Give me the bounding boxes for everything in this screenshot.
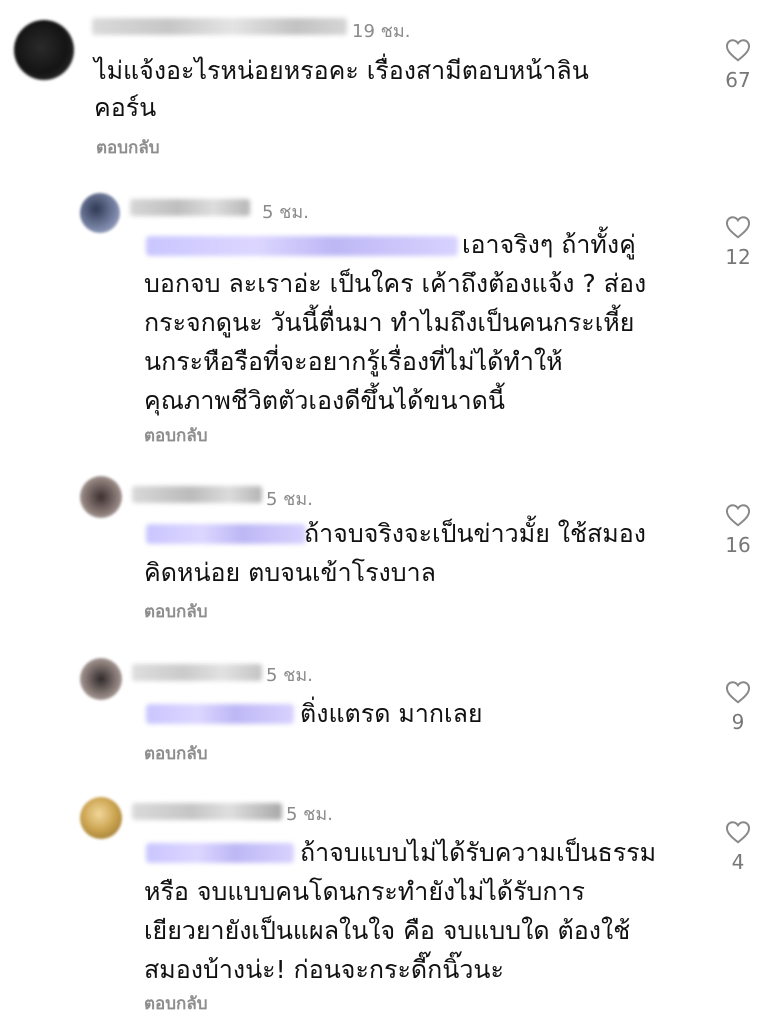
comment-text-line: ไม่แจ้งอะไรหน่อยหรอคะ เรื่องสามีตอบหน้าล…: [94, 56, 589, 85]
mention-blurred[interactable]: [146, 843, 294, 863]
reply-button[interactable]: ตอบกลับ: [144, 740, 208, 767]
comment-text-line: บอกจบ ละเราอ่ะ เป็นใคร เค้าถึงต้องแจ้ง ?…: [144, 269, 647, 298]
like-button[interactable]: 12: [718, 215, 758, 269]
username-blurred[interactable]: [130, 199, 250, 216]
reply-button[interactable]: ตอบกลับ: [144, 990, 208, 1017]
like-count: 4: [731, 850, 745, 874]
like-count: 16: [725, 533, 751, 557]
username-blurred[interactable]: [92, 18, 347, 35]
timestamp: 5 ชม.: [286, 804, 333, 825]
heart-outline-icon: [725, 821, 751, 844]
heart-outline-icon: [725, 681, 751, 704]
like-count: 9: [731, 710, 745, 734]
mention-blurred[interactable]: [146, 524, 306, 544]
reply-button[interactable]: ตอบกลับ: [144, 422, 208, 449]
heart-outline-icon: [725, 504, 751, 527]
avatar[interactable]: [14, 20, 74, 80]
mention-blurred[interactable]: [146, 236, 458, 256]
timestamp: 5 ชม.: [262, 202, 309, 223]
timestamp: 19 ชม.: [352, 21, 411, 42]
username-blurred[interactable]: [132, 803, 282, 820]
reply-button[interactable]: ตอบกลับ: [144, 598, 208, 625]
comment-text-line: เยียวยายังเป็นแผลในใจ คือ จบแบบใด ต้องใช…: [144, 916, 631, 945]
comment-text-line: คิดหน่อย ตบจนเข้าโรงบาล: [144, 558, 436, 587]
like-button[interactable]: 67: [718, 38, 758, 92]
reply-button[interactable]: ตอบกลับ: [96, 134, 160, 161]
like-count: 12: [725, 245, 751, 269]
comment-text-line: กระจกดูนะ วันนี้ตื่นมา ทำไมถึงเป็นคนกระเ…: [144, 308, 635, 337]
mention-blurred[interactable]: [146, 704, 294, 724]
heart-outline-icon: [725, 39, 751, 62]
avatar[interactable]: [80, 658, 122, 700]
comment-text-line: สมองบ้างน่ะ! ก่อนจะกระดี๊กนิ๊วนะ: [144, 955, 504, 984]
like-button[interactable]: 4: [718, 820, 758, 874]
like-count: 67: [725, 68, 751, 92]
like-button[interactable]: 9: [718, 680, 758, 734]
comment-text-line: คอร์น: [94, 93, 157, 122]
timestamp: 5 ชม.: [266, 665, 313, 686]
comment-text-line: ติ่งแตรด มากเลย: [300, 699, 483, 728]
comment-text-line: คุณภาพชีวิตตัวเองดีขึ้นได้ขนาดนี้: [144, 386, 505, 415]
avatar[interactable]: [80, 476, 122, 518]
comment-text-line: นกระหือรือที่จะอยากรู้เรื่องที่ไม่ได้ทำใ…: [144, 347, 563, 376]
comment-text-line: ถ้าจบจริงจะเป็นข่าวมั้ย ใช้สมอง: [304, 519, 646, 548]
username-blurred[interactable]: [132, 486, 262, 503]
comment-text-line: เอาจริงๆ ถ้าทั้งคู่: [462, 230, 636, 259]
like-button[interactable]: 16: [718, 503, 758, 557]
avatar[interactable]: [80, 797, 122, 839]
comment-text-line: หรือ จบแบบคนโดนกระทำยังไม่ได้รับการ: [144, 877, 585, 906]
avatar[interactable]: [80, 193, 120, 233]
comment-text-line: ถ้าจบแบบไม่ได้รับความเป็นธรรม: [300, 838, 657, 867]
heart-outline-icon: [725, 216, 751, 239]
timestamp: 5 ชม.: [266, 489, 313, 510]
username-blurred[interactable]: [132, 664, 262, 681]
